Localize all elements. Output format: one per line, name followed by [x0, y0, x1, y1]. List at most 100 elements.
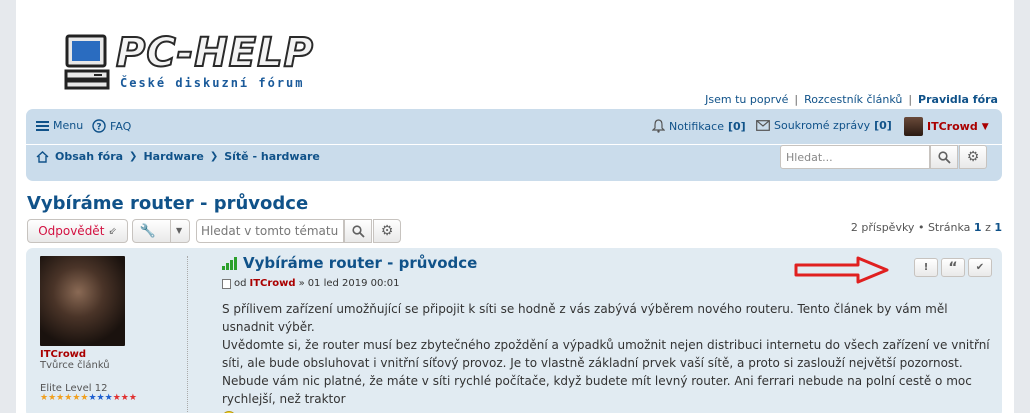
- breadcrumb-hardware[interactable]: Hardware: [143, 150, 203, 163]
- computer-icon: [64, 34, 110, 90]
- top-links: Jsem tu poprvé | Rozcestník článků | Pravidl…: [705, 93, 998, 106]
- page-label: Stránka: [927, 221, 971, 234]
- gear-icon: ⚙: [380, 223, 394, 239]
- bullet: »: [298, 278, 305, 289]
- search-icon: [937, 150, 951, 164]
- star-icon: ★: [96, 393, 105, 403]
- author-name[interactable]: ITCrowd: [249, 278, 295, 289]
- posts-count: 2 příspěvky: [850, 221, 915, 234]
- star-icon: ★: [56, 393, 65, 403]
- logo-subtitle: České diskuzní fórum: [120, 76, 305, 90]
- reply-arrow-icon: ⇙: [108, 225, 117, 237]
- svg-text:?: ?: [96, 123, 101, 133]
- board-search-input[interactable]: Hledat...: [780, 145, 930, 169]
- chevron-right-icon: ❯: [129, 151, 138, 162]
- post-buttons: ! “ ✔: [914, 258, 992, 277]
- site-logo[interactable]: PC-HELP České diskuzní fórum: [64, 29, 364, 94]
- star-icon: ★: [120, 393, 129, 403]
- post-paragraph-2-text: Uvědomte si, že router musí bez zbytečné…: [222, 338, 990, 406]
- hamburger-icon: [36, 120, 49, 131]
- user-menu[interactable]: ITCrowd ▼: [904, 117, 989, 136]
- breadcrumb: Obsah fóra ❯ Hardware ❯ Sítě - hardware: [36, 150, 320, 163]
- link-articles[interactable]: Rozcestník článků: [804, 93, 902, 106]
- breadcrumb-board-index[interactable]: Obsah fóra: [55, 150, 123, 163]
- page-total[interactable]: 1: [994, 221, 1002, 234]
- star-icon: ★: [104, 393, 113, 403]
- accept-button[interactable]: ✔: [968, 258, 992, 277]
- signal-bars-icon: [222, 256, 237, 270]
- link-first-time[interactable]: Jsem tu poprvé: [705, 93, 788, 106]
- advanced-search-button[interactable]: ⚙: [959, 145, 987, 169]
- separator: |: [908, 93, 913, 106]
- caret-down-icon: ▼: [170, 220, 182, 242]
- post-content: S přílivem zařízení umožňující se připoj…: [222, 300, 992, 413]
- star-icon: ★: [88, 393, 97, 403]
- star-icon: ★: [48, 393, 57, 403]
- wrench-icon: 🔧: [139, 223, 157, 239]
- private-messages-link[interactable]: Soukromé zprávy [0]: [756, 119, 892, 132]
- reply-button[interactable]: Odpovědět ⇙: [27, 219, 128, 243]
- notifications-label: Notifikace: [669, 119, 724, 133]
- pm-count: [0]: [874, 119, 892, 132]
- caret-down-icon: ▼: [981, 121, 989, 132]
- topic-advanced-search-button[interactable]: ⚙: [373, 219, 401, 243]
- post-paragraph-2: Uvědomte si, že router musí bez zbytečné…: [222, 336, 992, 408]
- page-current[interactable]: 1: [974, 221, 982, 234]
- divider: [187, 256, 188, 413]
- bell-icon: [652, 119, 665, 133]
- post-title-text[interactable]: Vybíráme router - průvodce: [243, 254, 477, 272]
- bullet: •: [917, 221, 925, 234]
- rank-stars: ★ ★ ★ ★ ★ ★ ★ ★ ★ ★ ★ ★: [40, 394, 190, 403]
- navbar-top-row: Menu ? FAQ Notifikace [0] Soukromé zpráv…: [26, 109, 1002, 145]
- logo-title: PC-HELP: [115, 29, 314, 77]
- check-icon: ✔: [975, 262, 985, 273]
- notifications-link[interactable]: Notifikace [0]: [652, 119, 746, 133]
- post: ITCrowd Tvůrce článků Elite Level 12 ★ ★ ★…: [26, 248, 1002, 413]
- quote-button[interactable]: “: [941, 258, 965, 277]
- menu-button[interactable]: Menu: [36, 119, 83, 132]
- post-paragraph-1: S přílivem zařízení umožňující se připoj…: [222, 302, 948, 334]
- quote-icon: “: [948, 259, 958, 276]
- star-icon: ★: [40, 393, 49, 403]
- star-icon: ★: [112, 393, 121, 403]
- star-icon: ★: [72, 393, 81, 403]
- page: PC-HELP České diskuzní fórum Jsem tu pop…: [16, 0, 1014, 413]
- star-icon: ★: [64, 393, 73, 403]
- post-date: 01 led 2019 00:01: [307, 278, 400, 289]
- topic-title[interactable]: Vybíráme router - průvodce: [27, 193, 308, 214]
- separator: |: [794, 93, 799, 106]
- search-button[interactable]: [930, 145, 958, 169]
- topic-search-button[interactable]: [344, 219, 372, 243]
- report-button[interactable]: !: [914, 258, 938, 277]
- topic-tools-button[interactable]: 🔧 ▼: [132, 219, 190, 243]
- faq-label: FAQ: [110, 119, 132, 133]
- profile-username[interactable]: ITCrowd: [40, 349, 190, 360]
- page-of: z: [985, 221, 991, 234]
- gear-icon: ⚙: [966, 149, 980, 165]
- post-title: Vybíráme router - průvodce: [222, 254, 477, 272]
- star-icon: ★: [128, 393, 137, 403]
- question-icon: ?: [92, 119, 106, 133]
- chevron-right-icon: ❯: [209, 151, 219, 162]
- report-icon: !: [923, 262, 929, 273]
- profile-rank: Tvůrce článků: [40, 360, 110, 371]
- faq-link[interactable]: ? FAQ: [92, 119, 131, 133]
- breadcrumb-networks[interactable]: Sítě - hardware: [224, 150, 320, 163]
- avatar[interactable]: [40, 256, 125, 346]
- reply-label: Odpovědět: [38, 224, 105, 238]
- post-profile: ITCrowd Tvůrce článků Elite Level 12 ★ ★ ★…: [40, 256, 190, 403]
- envelope-icon: [756, 120, 770, 131]
- author-prefix: od: [234, 278, 247, 289]
- link-rules[interactable]: Pravidla fóra: [918, 93, 998, 106]
- post-author: od ITCrowd » 01 led 2019 00:01: [222, 278, 400, 289]
- document-icon: [222, 278, 231, 289]
- menu-label: Menu: [53, 119, 84, 132]
- search-icon: [351, 224, 365, 238]
- star-icon: ★: [80, 393, 89, 403]
- avatar: [904, 117, 923, 136]
- topic-search-input[interactable]: Hledat v tomto tématu: [196, 219, 344, 243]
- home-icon: [36, 150, 49, 163]
- navbar: Menu ? FAQ Notifikace [0] Soukromé zpráv…: [26, 109, 1002, 181]
- pagination: 2 příspěvky • Stránka 1 z 1: [851, 221, 1002, 234]
- smiley-row: [222, 408, 992, 413]
